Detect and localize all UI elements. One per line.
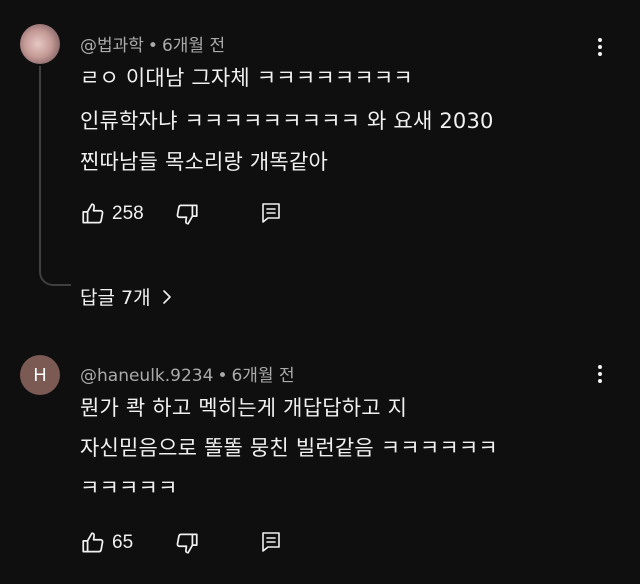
comment-text-line: 인류학자냐 ㅋㅋㅋㅋㅋㅋㅋㅋㅋ 와 요새 2030 (80, 109, 494, 133)
avatar-letter: H (33, 364, 47, 385)
author-name[interactable]: @haneulk.9234 (80, 366, 213, 386)
replies-toggle[interactable]: 답글 7개 (80, 283, 173, 310)
thumbs-up-icon (82, 203, 104, 224)
replies-label: 답글 7개 (80, 287, 151, 309)
like-button[interactable]: 258 (80, 201, 144, 227)
avatar[interactable]: H (20, 355, 60, 395)
comment-text-line: 찐따남들 목소리랑 개똑같아 (80, 150, 328, 174)
reply-button[interactable] (259, 530, 283, 554)
reply-icon (262, 532, 280, 552)
dislike-button[interactable] (174, 530, 200, 556)
thumbs-down-icon (176, 204, 198, 225)
thumbs-up-icon (82, 532, 104, 553)
comment-text-line: ㅋㅋㅋㅋㅋ (80, 476, 178, 500)
timestamp[interactable]: 6개월 전 (162, 36, 225, 56)
more-vert-icon[interactable] (592, 35, 608, 59)
comment-meta: @법과학 • 6개월 전 (80, 36, 226, 56)
comment-text-line: 뭔가 콱 하고 멕히는게 개답답하고 지 (80, 396, 408, 420)
comment-text-line: ㄹㅇ 이대남 그자체 ㅋㅋㅋㅋㅋㅋㅋㅋ (80, 66, 413, 90)
like-count: 258 (112, 203, 144, 224)
thumbs-down-icon (176, 533, 198, 554)
author-name[interactable]: @법과학 (80, 36, 144, 56)
thread-line (39, 66, 71, 286)
like-button[interactable]: 65 (80, 530, 133, 556)
more-vert-icon[interactable] (592, 362, 608, 386)
reply-button[interactable] (259, 201, 283, 225)
comment-text-line: 자신믿음으로 똘똘 뭉친 빌런같음 ㅋㅋㅋㅋㅋㅋ (80, 436, 498, 460)
reply-icon (262, 203, 280, 223)
like-count: 65 (112, 532, 134, 553)
timestamp[interactable]: 6개월 전 (231, 366, 294, 386)
dislike-button[interactable] (174, 201, 200, 227)
chevron-right-icon (162, 289, 171, 304)
comment-meta: @haneulk.9234 • 6개월 전 (80, 366, 295, 386)
avatar[interactable] (20, 24, 60, 64)
